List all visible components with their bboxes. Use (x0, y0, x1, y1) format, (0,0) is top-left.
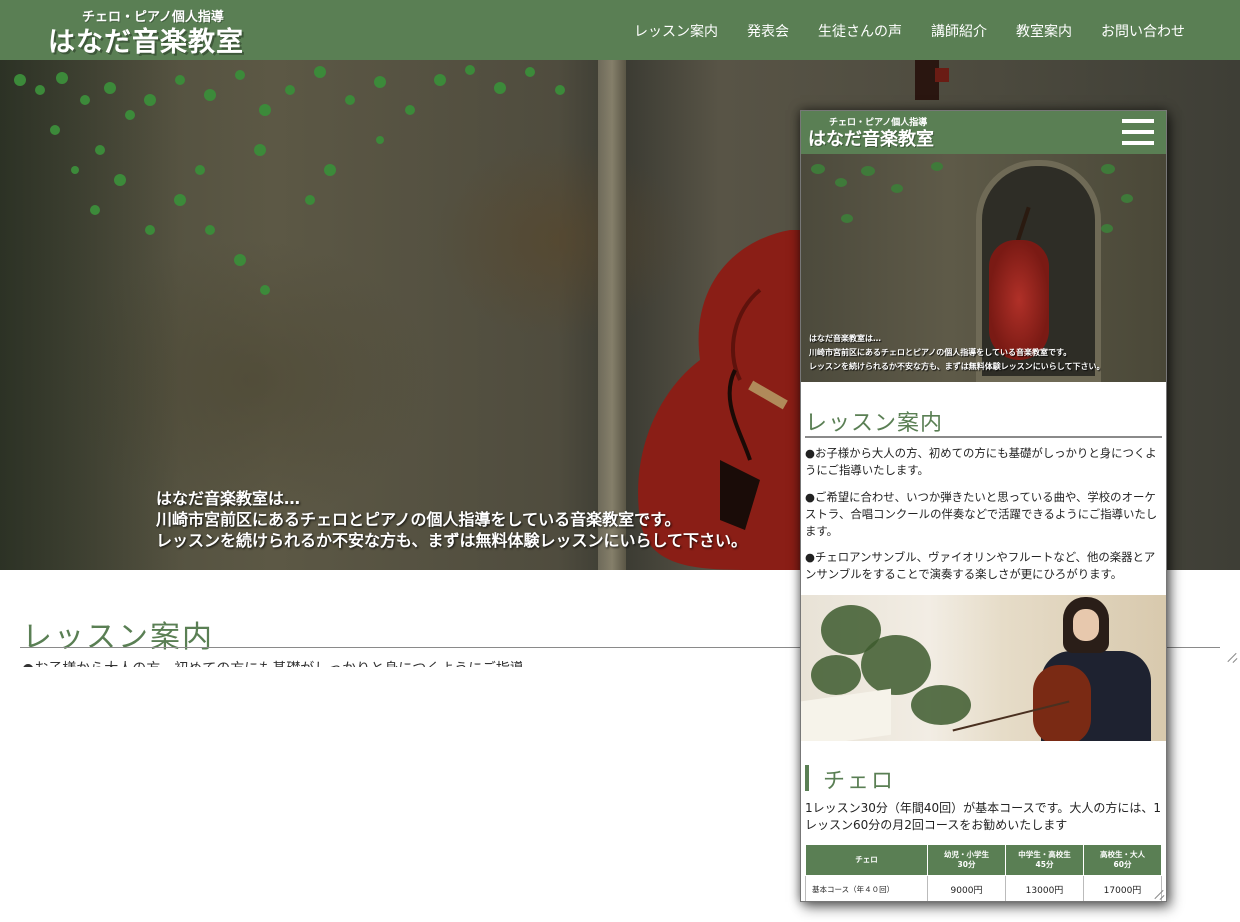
cello-lesson-photo (801, 595, 1166, 741)
table-header-kids: 幼児・小学生 30分 (927, 844, 1006, 876)
ivy-leaves (14, 65, 565, 295)
section-title-lessons: レッスン案内 (22, 620, 214, 655)
lesson-intro-text: ●お子様から大人の方、初めての方にも基礎がしっかりと身につくようにご指導いたしま… (22, 657, 522, 667)
ivy-leaf (811, 164, 825, 174)
header-label: 高校生・大人 (1100, 850, 1145, 859)
main-nav: レッスン案内 発表会 生徒さんの声 講師紹介 教室案内 お問い合わせ (634, 21, 1185, 41)
mobile-hero-caption-line3: レッスンを続けられるか不安な方も、まずは無料体験レッスンにいらして下さい。 (809, 362, 1105, 371)
cello-price-table: チェロ 幼児・小学生 30分 中学生・高校生 45分 高校生・大人 60分 基本… (805, 844, 1162, 901)
mobile-section-title-lessons: レッスン案内 (805, 411, 944, 436)
ivy-leaf (1121, 194, 1133, 203)
mobile-logo-title[interactable]: はなだ音楽教室 (808, 125, 934, 151)
mobile-hero-caption: はなだ音楽教室は… 川崎市宮前区にあるチェロとピアノの個人指導をしている音楽教室… (809, 332, 1105, 374)
table-header-row: チェロ 幼児・小学生 30分 中学生・高校生 45分 高校生・大人 60分 (805, 844, 1162, 876)
mobile-hero-caption-line1: はなだ音楽教室は… (809, 334, 881, 343)
subheading-accent-bar (805, 765, 809, 791)
ivy-leaf (1101, 224, 1113, 233)
hero-caption: はなだ音楽教室は… 川崎市宮前区にあるチェロとピアノの個人指導をしている音楽教室… (156, 488, 747, 551)
nav-item-recital[interactable]: 発表会 (747, 21, 789, 41)
table-header-junior: 中学生・高校生 45分 (1005, 844, 1084, 876)
mobile-hero-caption-line2: 川崎市宮前区にあるチェロとピアノの個人指導をしている音楽教室です。 (809, 348, 1072, 357)
ivy-leaf (931, 162, 943, 171)
plant-leaves (811, 655, 861, 695)
student-face (1073, 609, 1099, 641)
mobile-header: チェロ・ピアノ個人指導 はなだ音楽教室 (801, 111, 1166, 154)
ivy-leaf (1101, 164, 1115, 174)
header-duration: 60分 (1113, 860, 1132, 869)
hero-caption-line2: 川崎市宮前区にあるチェロとピアノの個人指導をしている音楽教室です。 (156, 510, 681, 529)
hero-caption-line3: レッスンを続けられるか不安な方も、まずは無料体験レッスンにいらして下さい。 (156, 531, 748, 550)
nav-item-student-voices[interactable]: 生徒さんの声 (818, 21, 902, 41)
cello-subheading: チェロ (823, 769, 896, 794)
mobile-preview: チェロ・ピアノ個人指導 はなだ音楽教室 はなだ音楽教室は… 川崎市宮前区にあるチ… (800, 110, 1167, 902)
mobile-resize-handle[interactable] (1155, 889, 1165, 899)
mobile-section-divider (805, 436, 1162, 438)
header-duration: 45分 (1035, 860, 1054, 869)
sheet-music (801, 688, 891, 741)
hamburger-menu-icon[interactable] (1122, 119, 1154, 145)
site-header: チェロ・ピアノ個人指導 はなだ音楽教室 レッスン案内 発表会 生徒さんの声 講師… (0, 0, 1240, 60)
lesson-point-1: ●お子様から大人の方、初めての方にも基礎がしっかりと身につくようにご指導いたしま… (805, 446, 1157, 477)
plant-leaves (861, 635, 931, 695)
nav-item-lessons[interactable]: レッスン案内 (634, 21, 718, 41)
header-label: 中学生・高校生 (1018, 850, 1071, 859)
table-header-adult: 高校生・大人 60分 (1083, 844, 1162, 876)
lesson-point-2: ●ご希望に合わせ、いつか弾きたいと思っている曲や、学校のオーケストラ、合唱コンク… (805, 490, 1158, 538)
table-header-cello: チェロ (805, 844, 928, 876)
nav-item-school-info[interactable]: 教室案内 (1016, 21, 1072, 41)
ivy-leaf (861, 166, 875, 176)
mobile-hero-banner: はなだ音楽教室は… 川崎市宮前区にあるチェロとピアノの個人指導をしている音楽教室… (801, 154, 1166, 382)
table-cell-course: 基本コース（年４０回） (805, 875, 928, 901)
header-label: チェロ (855, 855, 878, 864)
table-cell-price: 17000円 (1083, 875, 1162, 901)
ivy-leaf (891, 184, 903, 193)
resize-handle[interactable] (1228, 652, 1238, 662)
table-cell-price: 13000円 (1005, 875, 1084, 901)
lesson-point-3: ●チェロアンサンブル、ヴァイオリンやフルートなど、他の楽器とアンサンブルをするこ… (805, 550, 1156, 581)
ivy-leaf (841, 214, 853, 223)
plant-leaves (911, 685, 971, 725)
header-duration: 30分 (957, 860, 976, 869)
table-cell-price: 9000円 (927, 875, 1006, 901)
nav-item-contact[interactable]: お問い合わせ (1101, 21, 1185, 41)
logo-title: はなだ音楽教室 (48, 27, 244, 58)
cello-course-description: 1レッスン30分（年間40回）が基本コースです。大人の方には、1レッスン60分の… (805, 801, 1162, 832)
hero-caption-line1: はなだ音楽教室は… (156, 489, 301, 508)
ivy-leaf (835, 178, 847, 187)
header-label: 幼児・小学生 (944, 850, 989, 859)
nav-item-teacher[interactable]: 講師紹介 (931, 21, 987, 41)
table-row: 基本コース（年４０回） 9000円 13000円 17000円 (805, 875, 1162, 901)
